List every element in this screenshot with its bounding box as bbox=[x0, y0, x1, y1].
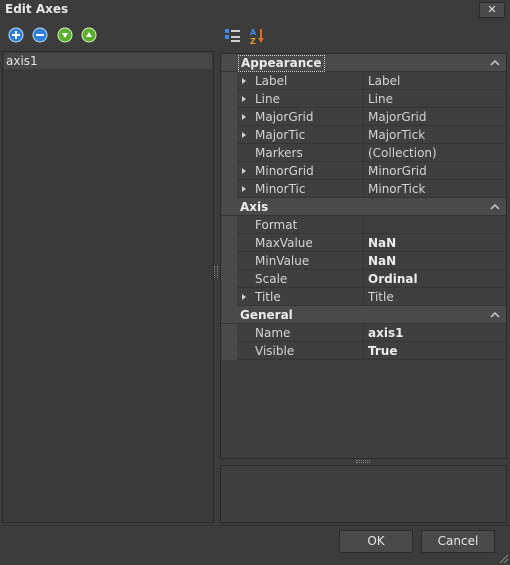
move-up-button[interactable] bbox=[81, 27, 97, 43]
property-value[interactable] bbox=[364, 216, 506, 234]
move-down-button[interactable] bbox=[57, 27, 73, 43]
property-row-line[interactable]: Line Line bbox=[221, 90, 506, 108]
collapse-icon[interactable] bbox=[490, 198, 502, 216]
property-row-majortic[interactable]: MajorTic MajorTick bbox=[221, 126, 506, 144]
property-name: Scale bbox=[237, 270, 364, 288]
property-value[interactable]: Label bbox=[364, 72, 506, 90]
property-row-visible[interactable]: Visible True bbox=[221, 342, 506, 360]
property-value[interactable]: MinorTick bbox=[364, 180, 506, 198]
categorized-view-icon bbox=[225, 29, 240, 42]
property-row-markers[interactable]: Markers (Collection) bbox=[221, 144, 506, 162]
categorized-view-button[interactable] bbox=[224, 27, 242, 45]
list-item[interactable]: axis1 bbox=[4, 53, 212, 69]
resize-grip-icon[interactable] bbox=[497, 552, 509, 564]
property-name: MinValue bbox=[237, 252, 364, 270]
svg-text:A: A bbox=[250, 28, 257, 37]
category-label: Appearance bbox=[238, 55, 325, 72]
footer-divider bbox=[0, 525, 510, 526]
property-row-scale[interactable]: Scale Ordinal bbox=[221, 270, 506, 288]
alphabetical-sort-icon: A Z bbox=[250, 28, 264, 46]
arrow-down-circle-icon bbox=[57, 27, 73, 43]
horizontal-splitter[interactable] bbox=[356, 460, 370, 463]
collapse-icon[interactable] bbox=[490, 306, 502, 324]
property-name: Format bbox=[237, 216, 364, 234]
property-name: Title bbox=[237, 288, 364, 306]
property-name: MaxValue bbox=[237, 234, 364, 252]
property-value[interactable]: (Collection) bbox=[364, 144, 506, 162]
arrow-up-circle-icon bbox=[81, 27, 97, 43]
property-value[interactable]: Title bbox=[364, 288, 506, 306]
category-label: General bbox=[240, 308, 293, 322]
cancel-button[interactable]: Cancel bbox=[421, 530, 495, 553]
property-row-minortic[interactable]: MinorTic MinorTick bbox=[221, 180, 506, 198]
property-value[interactable]: MajorTick bbox=[364, 126, 506, 144]
property-name: MinorTic bbox=[237, 180, 364, 198]
title-bar: Edit Axes ✕ bbox=[0, 0, 510, 20]
property-row-maxvalue[interactable]: MaxValue NaN bbox=[221, 234, 506, 252]
category-general[interactable]: General bbox=[221, 306, 506, 324]
close-button[interactable]: ✕ bbox=[479, 2, 505, 18]
add-axis-button[interactable] bbox=[8, 27, 24, 43]
property-name: MajorTic bbox=[237, 126, 364, 144]
category-appearance[interactable]: Appearance bbox=[221, 54, 506, 72]
property-name: Line bbox=[237, 90, 364, 108]
property-value[interactable]: axis1 bbox=[364, 324, 506, 342]
property-row-name[interactable]: Name axis1 bbox=[221, 324, 506, 342]
property-value[interactable]: True bbox=[364, 342, 506, 360]
property-name: Markers bbox=[237, 144, 364, 162]
category-axis[interactable]: Axis bbox=[221, 198, 506, 216]
property-row-minorgrid[interactable]: MinorGrid MinorGrid bbox=[221, 162, 506, 180]
property-row-title[interactable]: Title Title bbox=[221, 288, 506, 306]
remove-axis-button[interactable] bbox=[32, 27, 48, 43]
property-row-majorgrid[interactable]: MajorGrid MajorGrid bbox=[221, 108, 506, 126]
property-value[interactable]: Line bbox=[364, 90, 506, 108]
property-name: MajorGrid bbox=[237, 108, 364, 126]
plus-circle-icon bbox=[8, 27, 24, 43]
property-value[interactable]: NaN bbox=[364, 234, 506, 252]
property-row-label[interactable]: Label Label bbox=[221, 72, 506, 90]
window-title: Edit Axes bbox=[5, 2, 69, 16]
vertical-splitter[interactable] bbox=[214, 266, 218, 278]
svg-text:Z: Z bbox=[250, 37, 256, 45]
description-panel bbox=[220, 465, 507, 523]
property-row-minvalue[interactable]: MinValue NaN bbox=[221, 252, 506, 270]
property-value[interactable]: Ordinal bbox=[364, 270, 506, 288]
axes-list[interactable]: axis1 bbox=[2, 51, 214, 523]
category-label: Axis bbox=[240, 200, 269, 214]
property-name: Label bbox=[237, 72, 364, 90]
property-value[interactable]: MajorGrid bbox=[364, 108, 506, 126]
minus-circle-icon bbox=[32, 27, 48, 43]
property-value[interactable]: MinorGrid bbox=[364, 162, 506, 180]
property-name: Visible bbox=[237, 342, 364, 360]
collapse-icon[interactable] bbox=[490, 54, 502, 72]
ok-button[interactable]: OK bbox=[339, 530, 413, 553]
alphabetical-sort-button[interactable]: A Z bbox=[249, 27, 267, 46]
property-row-format[interactable]: Format bbox=[221, 216, 506, 234]
property-value[interactable]: NaN bbox=[364, 252, 506, 270]
property-name: MinorGrid bbox=[237, 162, 364, 180]
property-grid[interactable]: Appearance Label Label Line Line MajorGr… bbox=[220, 53, 507, 459]
property-name: Name bbox=[237, 324, 364, 342]
